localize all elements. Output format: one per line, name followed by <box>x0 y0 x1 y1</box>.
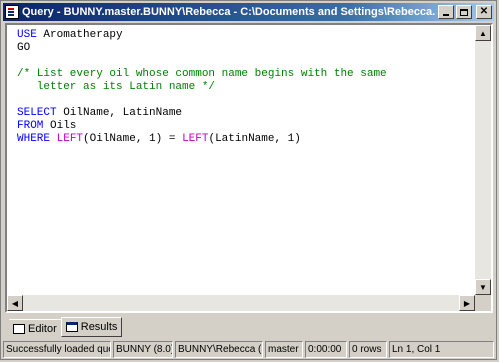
tab-results[interactable]: Results <box>60 317 123 337</box>
code-token: USE <box>17 29 37 41</box>
scroll-right-button[interactable]: ▶ <box>459 295 475 311</box>
scroll-left-button[interactable]: ◀ <box>7 295 23 311</box>
title-bar[interactable]: Query - BUNNY.master.BUNNY\Rebecca - C:\… <box>3 3 494 21</box>
results-grid-icon <box>65 322 78 332</box>
code-line[interactable]: /* List every oil whose common name begi… <box>17 68 473 81</box>
query-window: Query - BUNNY.master.BUNNY\Rebecca - C:\… <box>0 0 497 360</box>
minimize-button[interactable] <box>438 5 454 19</box>
arrow-down-icon: ▼ <box>479 282 487 292</box>
code-token: LEFT <box>182 133 209 145</box>
maximize-icon <box>460 8 468 16</box>
code-line[interactable]: FROM Oils <box>17 120 473 133</box>
code-line[interactable]: letter as its Latin name */ <box>17 81 473 94</box>
tab-editor-label: Editor <box>28 323 57 335</box>
tab-editor[interactable]: Editor <box>9 319 61 338</box>
code-token: (LatinName, 1) <box>208 133 301 145</box>
code-token: WHERE <box>17 133 51 145</box>
code-token: (OilName, 1) = <box>83 133 183 145</box>
code-token: OilName, LatinName <box>56 107 183 119</box>
window-title: Query - BUNNY.master.BUNNY\Rebecca - C:\… <box>22 6 436 18</box>
code-token: Oils <box>43 120 77 132</box>
scroll-up-button[interactable]: ▲ <box>475 25 491 41</box>
sql-code[interactable]: USE Aromatherapy GO/* List every oil whos… <box>17 29 473 146</box>
maximize-button[interactable] <box>456 5 472 19</box>
status-row-count: 0 rows <box>349 341 387 358</box>
editor-icon <box>13 324 25 334</box>
code-line[interactable] <box>17 55 473 68</box>
code-line[interactable] <box>17 94 473 107</box>
scrollbar-corner <box>475 295 491 311</box>
code-token: Aromatherapy <box>36 29 123 41</box>
code-token: LEFT <box>56 133 84 145</box>
code-token: FROM <box>17 120 44 132</box>
code-token: /* List every oil whose common name begi… <box>17 68 387 80</box>
arrow-up-icon: ▲ <box>479 28 487 38</box>
code-line[interactable]: GO <box>17 42 473 55</box>
arrow-left-icon: ◀ <box>11 298 19 308</box>
vertical-scrollbar[interactable]: ▲ ▼ <box>475 25 491 295</box>
status-server: BUNNY (8.0) <box>113 341 173 358</box>
arrow-right-icon: ▶ <box>463 298 471 308</box>
code-token: letter as its Latin name */ <box>17 81 216 93</box>
status-elapsed-time: 0:00:00 <box>305 341 347 358</box>
tab-results-label: Results <box>80 321 118 333</box>
code-token: SELECT <box>17 107 57 119</box>
close-icon: ✕ <box>479 6 489 17</box>
query-window-icon[interactable] <box>5 5 19 19</box>
scroll-down-button[interactable]: ▼ <box>475 279 491 295</box>
code-token: GO <box>17 42 31 54</box>
query-editor[interactable]: USE Aromatherapy GO/* List every oil whos… <box>5 23 493 313</box>
status-user: BUNNY\Rebecca (51) <box>175 341 263 358</box>
status-cursor-position: Ln 1, Col 1 <box>389 341 494 358</box>
status-message: Successfully loaded que <box>3 341 111 358</box>
horizontal-scrollbar[interactable]: ◀ ▶ <box>7 295 475 311</box>
status-database: master <box>265 341 303 358</box>
pane-tabs: Editor Results <box>9 317 123 338</box>
minimize-icon <box>443 13 449 16</box>
close-button[interactable]: ✕ <box>476 5 492 19</box>
code-line[interactable]: WHERE LEFT(OilName, 1) = LEFT(LatinName,… <box>17 133 473 146</box>
code-line[interactable]: SELECT OilName, LatinName <box>17 107 473 120</box>
status-bar: Successfully loaded que BUNNY (8.0) BUNN… <box>3 341 494 359</box>
code-line[interactable]: USE Aromatherapy <box>17 29 473 42</box>
